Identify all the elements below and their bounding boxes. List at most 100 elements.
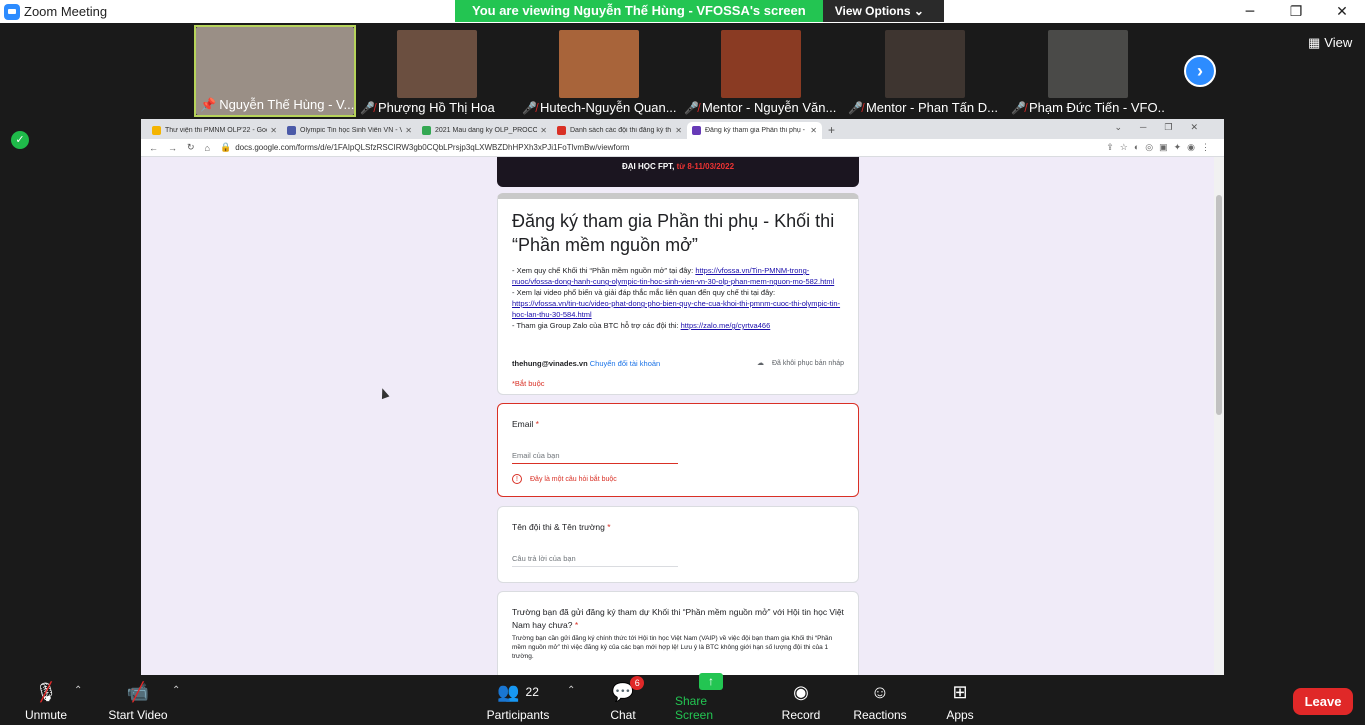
- question-help-text: Trường bạn cần gửi đăng ký chính thức tớ…: [512, 635, 833, 660]
- email-field[interactable]: Email của bạn: [512, 451, 678, 464]
- close-tab-icon[interactable]: ✕: [405, 126, 412, 135]
- share-banner: You are viewing Nguyễn Thế Hùng - VFOSSA…: [455, 0, 944, 22]
- participant-name: 🎤̸ Phạm Đức Tiến - VFO...: [1011, 100, 1165, 115]
- browser-tab-active[interactable]: Đăng ký tham gia Phần thi phụ - K ✕: [687, 122, 822, 139]
- share-screen-button[interactable]: ↑ Share Screen: [675, 673, 747, 725]
- tab-favicon-icon: [557, 126, 566, 135]
- reload-icon[interactable]: ↻: [187, 142, 195, 153]
- apps-button[interactable]: ⊞ Apps: [944, 675, 976, 725]
- mic-muted-icon: 🎤̸: [1011, 101, 1026, 115]
- record-button[interactable]: ◉ Record: [780, 675, 822, 725]
- new-tab-button[interactable]: +: [828, 123, 835, 137]
- browser-tab[interactable]: Thư viện thi PMNM OLP'22 - Goo ✕: [147, 122, 282, 139]
- form-title: Đăng ký tham gia Phần thi phụ - Khối thi…: [512, 211, 835, 255]
- participant-tile[interactable]: 🎤̸ Mentor - Nguyễn Văn...: [680, 25, 842, 117]
- participant-video: [1048, 30, 1128, 98]
- participant-tile[interactable]: 🎤̸ Phượng Hồ Thị Hoa: [356, 25, 518, 117]
- close-tab-icon[interactable]: ✕: [810, 126, 817, 135]
- apps-icon: ⊞: [952, 681, 968, 702]
- switch-account-link[interactable]: Chuyển đổi tài khoản: [590, 359, 660, 368]
- participant-video: [559, 30, 639, 98]
- team-name-field[interactable]: Câu trả lời của bạn: [512, 554, 678, 567]
- question-card-email: Email * Email của bạn ! Đây là một câu hỏ…: [497, 403, 859, 497]
- form-page: ĐẠI HỌC FPT, từ 8-11/03/2022 Đăng ký tha…: [141, 157, 1224, 675]
- page-scrollbar[interactable]: [1214, 157, 1224, 675]
- shield-icon[interactable]: ✓: [11, 131, 29, 149]
- browser-window-controls[interactable]: ⌄─❐✕: [1114, 122, 1216, 133]
- grid-icon: ▦: [1308, 35, 1321, 50]
- participant-name: 🎤̸ Mentor - Nguyễn Văn...: [684, 100, 837, 115]
- video-off-icon: 📹 ╱: [126, 681, 150, 702]
- leave-button[interactable]: Leave: [1293, 688, 1353, 715]
- question-label: Email *: [512, 419, 539, 429]
- participant-name: 🎤̸ Phượng Hồ Thị Hoa: [360, 100, 495, 115]
- browser-tab[interactable]: Danh sách các đội thi đăng ký th ✕: [552, 122, 687, 139]
- scrollbar-thumb[interactable]: [1216, 195, 1222, 415]
- chat-icon: 💬 6: [612, 676, 645, 704]
- mic-muted-icon: 🎤̸: [848, 101, 863, 115]
- lock-icon: 🔒: [219, 142, 232, 152]
- tab-favicon-icon: [422, 126, 431, 135]
- view-button[interactable]: ▦ View: [1308, 35, 1352, 51]
- question-card-registration: Trường bạn đã gửi đăng ký tham dự Khối t…: [497, 591, 859, 675]
- zoom-logo-icon: [4, 3, 20, 20]
- audio-options-caret[interactable]: ⌃: [74, 685, 82, 696]
- app-title: Zoom Meeting: [24, 4, 108, 19]
- mic-muted-icon: 🎤̸: [360, 101, 375, 115]
- chat-badge: 6: [630, 676, 645, 690]
- zalo-link[interactable]: https://zalo.me/g/cyrtva466: [681, 321, 771, 330]
- cloud-icon: ☁: [757, 360, 764, 367]
- browser-tab[interactable]: Olympic Tin học Sinh Viên VN - V ✕: [282, 122, 417, 139]
- reactions-button[interactable]: ☺ Reactions: [853, 675, 907, 725]
- question-label: Tên đội thi & Tên trường *: [512, 522, 611, 532]
- close-tab-icon[interactable]: ✕: [675, 126, 682, 135]
- close-tab-icon[interactable]: ✕: [540, 126, 547, 135]
- participant-video: [397, 30, 477, 98]
- chat-button[interactable]: 💬 6 Chat: [606, 675, 645, 725]
- browser-tab-bar: Thư viện thi PMNM OLP'22 - Goo ✕ Olympic …: [141, 119, 1224, 139]
- video-link[interactable]: https://vfossa.vn/tin-tuc/video-phat-don…: [512, 299, 840, 319]
- participant-name: 🎤̸ Hutech-Nguyễn Quan...: [522, 100, 676, 115]
- mic-muted-icon: 🎤̸: [522, 101, 537, 115]
- participants-options-caret[interactable]: ⌃: [567, 685, 575, 696]
- home-icon[interactable]: ⌂: [205, 143, 210, 153]
- mic-muted-icon: 🎤̸: [684, 101, 699, 115]
- pin-icon: 📌: [200, 97, 217, 112]
- start-video-button[interactable]: 📹 ╱ Start Video: [106, 675, 170, 725]
- next-page-button[interactable]: ›: [1184, 55, 1216, 87]
- mouse-cursor-icon: [378, 386, 390, 400]
- shared-screen: Thư viện thi PMNM OLP'22 - Goo ✕ Olympic …: [141, 119, 1224, 675]
- forward-icon[interactable]: →: [168, 143, 177, 153]
- mic-muted-icon: 🎙 ╱: [34, 681, 58, 702]
- meeting-toolbar: 🎙 ╱ Unmute ⌃ 📹 ╱ Start Video ⌃ 👥 22 Partici…: [0, 673, 1365, 725]
- address-bar: ← → ↻ ⌂ 🔒 docs.google.com/forms/d/e/1FAI…: [141, 139, 1224, 157]
- view-options-button[interactable]: View Options ⌄: [822, 0, 944, 22]
- unmute-button[interactable]: 🎙 ╱ Unmute: [20, 675, 72, 725]
- account-info: thehung@vinades.vn Chuyển đổi tài khoản: [512, 359, 661, 368]
- video-options-caret[interactable]: ⌃: [172, 685, 180, 696]
- tab-favicon-icon: [692, 126, 701, 135]
- participant-name: 📌 Nguyễn Thế Hùng - V...: [200, 97, 354, 112]
- required-note: *Bắt buộc: [512, 379, 545, 388]
- back-icon[interactable]: ←: [149, 143, 158, 153]
- question-label: Trường bạn đã gửi đăng ký tham dự Khối t…: [512, 607, 844, 630]
- browser-tab[interactable]: 2021 Mau dang ky OLP_PROCON ✕: [417, 122, 552, 139]
- restore-button[interactable]: ❐: [1273, 0, 1319, 23]
- viewing-screen-label: You are viewing Nguyễn Thế Hùng - VFOSSA…: [455, 0, 823, 22]
- url-field[interactable]: docs.google.com/forms/d/e/1FAIpQLSfzRSCI…: [235, 143, 629, 152]
- participants-button[interactable]: 👥 22 Participants: [485, 675, 551, 725]
- reactions-icon: ☺: [870, 681, 890, 702]
- minimize-button[interactable]: ─: [1227, 0, 1273, 23]
- question-card-team: Tên đội thi & Tên trường * Câu trả lời c…: [497, 506, 859, 583]
- form-banner-image: ĐẠI HỌC FPT, từ 8-11/03/2022: [497, 157, 859, 187]
- participant-tile[interactable]: 📌 Nguyễn Thế Hùng - V...: [194, 25, 356, 117]
- participant-tile[interactable]: 🎤̸ Hutech-Nguyễn Quan...: [518, 25, 680, 117]
- participant-tile[interactable]: 🎤̸ Mentor - Phan Tấn D...: [844, 25, 1006, 117]
- participant-name: 🎤̸ Mentor - Phan Tấn D...: [848, 100, 998, 115]
- form-header-card: Đăng ký tham gia Phần thi phụ - Khối thi…: [497, 193, 859, 395]
- close-button[interactable]: ✕: [1319, 0, 1365, 23]
- tab-favicon-icon: [152, 126, 161, 135]
- extension-icons[interactable]: ⇪☆◐◎▣✦◉⋮: [1106, 142, 1216, 153]
- participant-tile[interactable]: 🎤̸ Phạm Đức Tiến - VFO...: [1007, 25, 1169, 117]
- close-tab-icon[interactable]: ✕: [270, 126, 277, 135]
